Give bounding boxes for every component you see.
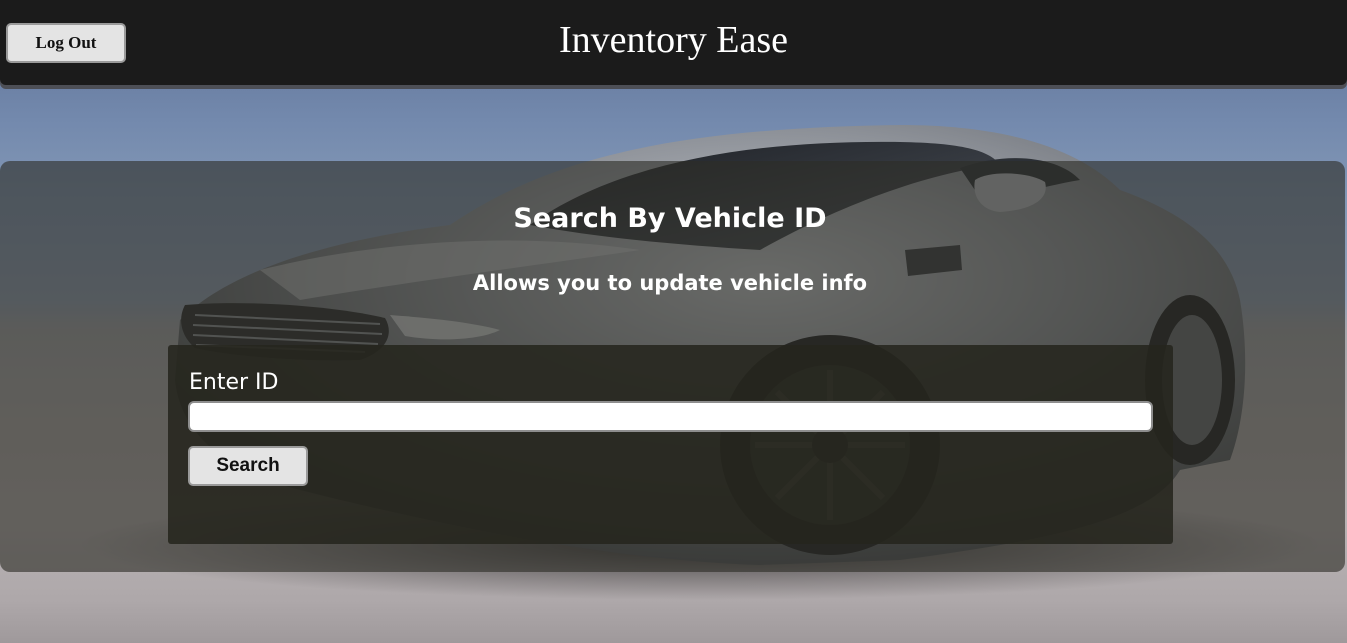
vehicle-id-label: Enter ID	[189, 370, 279, 395]
logout-button[interactable]: Log Out	[6, 23, 126, 63]
top-navigation-bar: Inventory Ease Log Out	[0, 0, 1347, 85]
panel-subtitle: Allows you to update vehicle info	[472, 271, 868, 295]
app-title: Inventory Ease	[559, 19, 788, 61]
search-button[interactable]: Search	[188, 446, 308, 486]
panel-title: Search By Vehicle ID	[513, 203, 827, 234]
search-form	[168, 345, 1173, 544]
vehicle-id-input[interactable]	[188, 401, 1153, 432]
